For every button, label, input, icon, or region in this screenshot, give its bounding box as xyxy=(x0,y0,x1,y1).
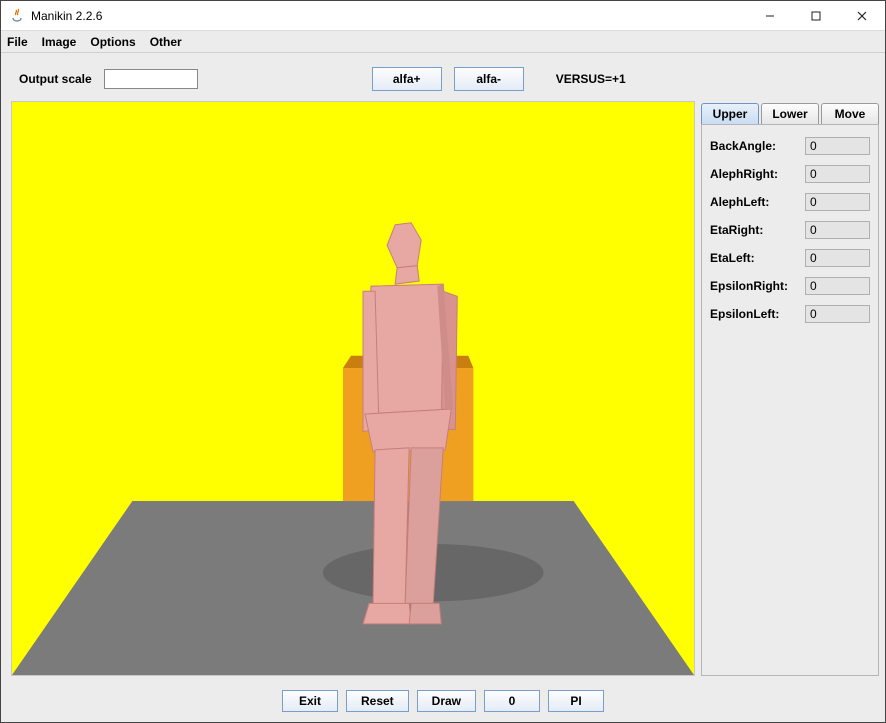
epsilonleft-input[interactable] xyxy=(805,305,870,323)
etaleft-label: EtaLeft: xyxy=(710,251,805,265)
menu-other[interactable]: Other xyxy=(150,35,182,49)
menu-file[interactable]: File xyxy=(7,35,28,49)
tab-strip: Upper Lower Move xyxy=(701,101,879,124)
etaleft-input[interactable] xyxy=(805,249,870,267)
java-icon xyxy=(9,8,25,24)
3d-viewport[interactable] xyxy=(11,101,695,676)
maximize-button[interactable] xyxy=(793,1,839,31)
etaright-label: EtaRight: xyxy=(710,223,805,237)
draw-button[interactable]: Draw xyxy=(417,690,476,712)
top-toolbar: Output scale alfa+ alfa- VERSUS=+1 xyxy=(1,53,885,101)
tab-move[interactable]: Move xyxy=(821,103,879,124)
bottom-toolbar: Exit Reset Draw 0 PI xyxy=(1,682,885,722)
backangle-label: BackAngle: xyxy=(710,139,805,153)
menu-options[interactable]: Options xyxy=(90,35,135,49)
zero-button[interactable]: 0 xyxy=(484,690,540,712)
titlebar: Manikin 2.2.6 xyxy=(1,1,885,31)
alephright-input[interactable] xyxy=(805,165,870,183)
alephleft-label: AlephLeft: xyxy=(710,195,805,209)
versus-label: VERSUS=+1 xyxy=(556,72,626,86)
tab-lower[interactable]: Lower xyxy=(761,103,819,124)
epsilonright-label: EpsilonRight: xyxy=(710,279,805,293)
exit-button[interactable]: Exit xyxy=(282,690,338,712)
output-scale-label: Output scale xyxy=(19,72,92,86)
close-button[interactable] xyxy=(839,1,885,31)
alfa-plus-button[interactable]: alfa+ xyxy=(372,67,442,91)
window-title: Manikin 2.2.6 xyxy=(31,9,102,23)
alephright-label: AlephRight: xyxy=(710,167,805,181)
alfa-minus-button[interactable]: alfa- xyxy=(454,67,524,91)
etaright-input[interactable] xyxy=(805,221,870,239)
menu-image[interactable]: Image xyxy=(42,35,77,49)
backangle-input[interactable] xyxy=(805,137,870,155)
output-scale-input[interactable] xyxy=(104,69,198,89)
menubar: File Image Options Other xyxy=(1,31,885,53)
pi-button[interactable]: PI xyxy=(548,690,604,712)
epsilonright-input[interactable] xyxy=(805,277,870,295)
tab-upper[interactable]: Upper xyxy=(701,103,759,124)
side-panel: Upper Lower Move BackAngle: AlephRight: … xyxy=(701,101,879,676)
reset-button[interactable]: Reset xyxy=(346,690,409,712)
alephleft-input[interactable] xyxy=(805,193,870,211)
tab-body-upper: BackAngle: AlephRight: AlephLeft: EtaRig… xyxy=(701,124,879,676)
minimize-button[interactable] xyxy=(747,1,793,31)
epsilonleft-label: EpsilonLeft: xyxy=(710,307,805,321)
